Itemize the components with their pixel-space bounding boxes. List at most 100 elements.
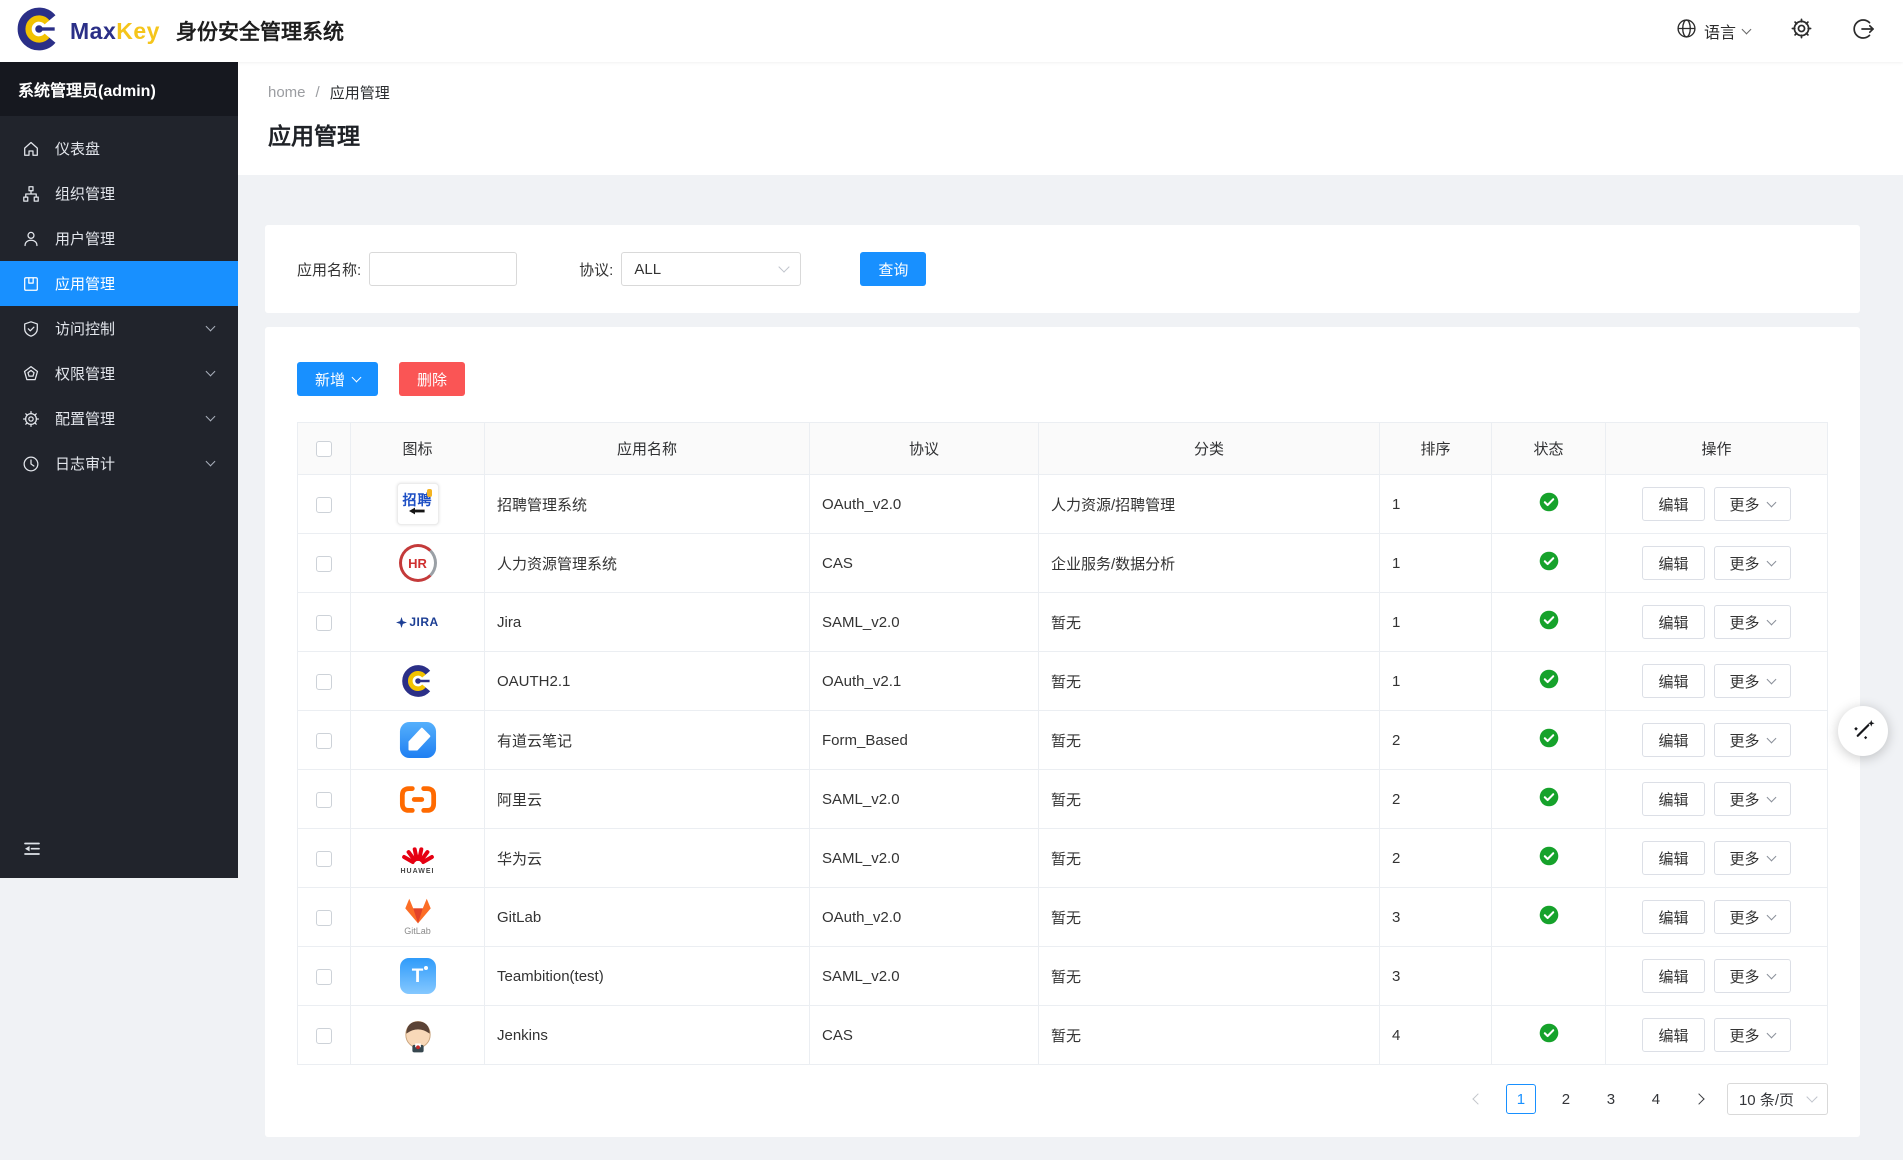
breadcrumb-home[interactable]: home [268, 84, 306, 101]
delete-button[interactable]: 删除 [399, 362, 465, 396]
protocol-select[interactable]: ALL [621, 252, 801, 286]
sort-cell: 3 [1380, 947, 1492, 1006]
table-row: 招聘招聘管理系统OAuth_v2.0人力资源/招聘管理1编辑更多 [298, 475, 1828, 534]
apps-icon [22, 275, 40, 293]
row-checkbox[interactable] [316, 733, 332, 749]
config-icon [22, 410, 40, 428]
app-name-input[interactable] [369, 252, 517, 286]
sidebar-collapse-button[interactable] [0, 824, 238, 878]
edit-button[interactable]: 编辑 [1642, 487, 1704, 521]
row-checkbox[interactable] [316, 792, 332, 808]
add-button[interactable]: 新增 [297, 362, 378, 396]
pagination-page-3[interactable]: 3 [1596, 1084, 1626, 1114]
more-button[interactable]: 更多 [1714, 664, 1791, 698]
breadcrumb-separator: / [316, 84, 320, 101]
col-icon: 图标 [351, 423, 485, 475]
row-checkbox[interactable] [316, 556, 332, 572]
protocol-cell: OAuth_v2.1 [810, 652, 1039, 711]
more-button[interactable]: 更多 [1714, 782, 1791, 816]
app-name-label: 应用名称: [297, 259, 361, 280]
user-icon [22, 230, 40, 248]
logout-icon [1853, 18, 1875, 45]
app-name-cell: 华为云 [485, 829, 810, 888]
status-cell [1492, 534, 1606, 593]
row-checkbox[interactable] [316, 851, 332, 867]
protocol-cell: OAuth_v2.0 [810, 888, 1039, 947]
sidebar-item-audit[interactable]: 日志审计 [0, 441, 238, 486]
chevron-down-icon [206, 412, 216, 422]
language-label: 语言 [1704, 19, 1736, 43]
settings-button[interactable] [1790, 17, 1813, 45]
theme-wand-button[interactable] [1838, 706, 1888, 756]
status-cell [1492, 888, 1606, 947]
protocol-cell: OAuth_v2.0 [810, 475, 1039, 534]
edit-button[interactable]: 编辑 [1642, 546, 1704, 580]
select-all-checkbox[interactable] [316, 441, 332, 457]
table-row: TTeambition(test)SAML_v2.0暂无3编辑更多 [298, 947, 1828, 1006]
zhaopin-app-icon: 招聘 [351, 483, 484, 525]
more-button[interactable]: 更多 [1714, 900, 1791, 934]
pagination-page-1[interactable]: 1 [1506, 1084, 1536, 1114]
row-checkbox[interactable] [316, 497, 332, 513]
pagination-page-4[interactable]: 4 [1641, 1084, 1671, 1114]
more-button[interactable]: 更多 [1714, 546, 1791, 580]
search-button[interactable]: 查询 [860, 252, 926, 286]
app-name-cell: Jenkins [485, 1006, 810, 1065]
pagination: 1234 10 条/页 [297, 1083, 1828, 1115]
permission-icon [22, 365, 40, 383]
more-button[interactable]: 更多 [1714, 723, 1791, 757]
sidebar-item-permissions[interactable]: 权限管理 [0, 351, 238, 396]
table-row: OAUTH2.1OAuth_v2.1暂无1编辑更多 [298, 652, 1828, 711]
sidebar-item-access-control[interactable]: 访问控制 [0, 306, 238, 351]
sort-cell: 1 [1380, 534, 1492, 593]
language-menu[interactable]: 语言 [1676, 18, 1750, 44]
pagination-page-2[interactable]: 2 [1551, 1084, 1581, 1114]
edit-button[interactable]: 编辑 [1642, 723, 1704, 757]
status-enabled-icon [1539, 794, 1559, 811]
pagination-next-button[interactable] [1686, 1086, 1712, 1112]
edit-button[interactable]: 编辑 [1642, 605, 1704, 639]
edit-button[interactable]: 编辑 [1642, 664, 1704, 698]
pagination-prev-button[interactable] [1465, 1086, 1491, 1112]
row-checkbox[interactable] [316, 969, 332, 985]
clock-icon [22, 455, 40, 473]
breadcrumb: home / 应用管理 [268, 82, 1873, 103]
more-button[interactable]: 更多 [1714, 487, 1791, 521]
edit-button[interactable]: 编辑 [1642, 782, 1704, 816]
protocol-cell: SAML_v2.0 [810, 947, 1039, 1006]
edit-button[interactable]: 编辑 [1642, 959, 1704, 993]
table-header-row: 图标 应用名称 协议 分类 排序 状态 操作 [298, 423, 1828, 475]
app-name-cell: 有道云笔记 [485, 711, 810, 770]
more-button[interactable]: 更多 [1714, 959, 1791, 993]
chevron-down-icon [1766, 792, 1776, 802]
edit-button[interactable]: 编辑 [1642, 841, 1704, 875]
org-icon [22, 185, 40, 203]
youdao-app-icon [351, 721, 484, 759]
sidebar-item-apps[interactable]: 应用管理 [0, 261, 238, 306]
table-card: 新增 删除 [265, 327, 1860, 1137]
row-checkbox[interactable] [316, 674, 332, 690]
chevron-down-icon [1806, 1091, 1817, 1102]
table-toolbar: 新增 删除 [297, 362, 1828, 396]
edit-button[interactable]: 编辑 [1642, 1018, 1704, 1052]
more-button[interactable]: 更多 [1714, 605, 1791, 639]
table-row: 有道云笔记Form_Based暂无2编辑更多 [298, 711, 1828, 770]
col-category: 分类 [1039, 423, 1380, 475]
more-button[interactable]: 更多 [1714, 1018, 1791, 1052]
logout-button[interactable] [1853, 18, 1875, 45]
sidebar-item-users[interactable]: 用户管理 [0, 216, 238, 261]
sort-cell: 2 [1380, 711, 1492, 770]
sidebar-item-dashboard[interactable]: 仪表盘 [0, 126, 238, 171]
main-layout: 系统管理员(admin) 仪表盘组织管理用户管理应用管理访问控制权限管理配置管理… [0, 62, 1903, 1160]
top-bar: MaxKey 身份安全管理系统 语言 [0, 0, 1903, 62]
sidebar-item-organizations[interactable]: 组织管理 [0, 171, 238, 216]
sort-cell: 1 [1380, 475, 1492, 534]
protocol-cell: SAML_v2.0 [810, 829, 1039, 888]
page-size-select[interactable]: 10 条/页 [1727, 1083, 1828, 1115]
sidebar-item-config[interactable]: 配置管理 [0, 396, 238, 441]
row-checkbox[interactable] [316, 910, 332, 926]
row-checkbox[interactable] [316, 1028, 332, 1044]
edit-button[interactable]: 编辑 [1642, 900, 1704, 934]
more-button[interactable]: 更多 [1714, 841, 1791, 875]
row-checkbox[interactable] [316, 615, 332, 631]
